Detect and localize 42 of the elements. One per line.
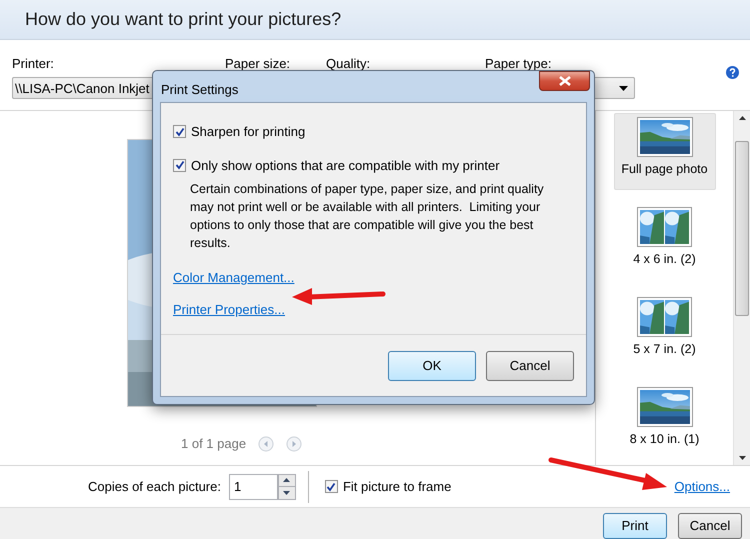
checkbox[interactable] [324,480,338,494]
option-description: Certain combinations of paper type, paper size, and print quality may not print well or be available with all printers. Limiting your options to only those that are compatible will give you the best results. [190,181,545,252]
layout-label: 8 x 10 in. (1) [630,431,700,448]
checkbox[interactable] [173,125,186,138]
paper-size-label: Paper size: [225,54,292,73]
help-icon[interactable] [726,66,739,79]
copies-spinner[interactable] [278,474,296,500]
close-button[interactable] [539,71,590,91]
paper-type-label: Paper type: [485,54,552,73]
layout-label: 4 x 6 in. (2) [633,251,696,268]
layout-label: 5 x 7 in. (2) [633,341,696,358]
layout-thumbnail-icon [637,297,692,338]
quality-label: Quality: [326,54,372,73]
printer-label: Printer: [12,54,55,73]
fit-picture-label: Fit picture to frame [342,478,452,496]
button[interactable]: Cancel [678,513,742,539]
window-title: How do you want to print your pictures? [25,8,342,31]
layout-option[interactable]: 8 x 10 in. (1) [614,383,716,460]
layout-option[interactable]: 5 x 7 in. (2) [614,293,716,370]
copies-label: Copies of each picture: [88,478,221,496]
layout-thumbnail-icon [637,207,692,248]
layout-thumbnail-icon [636,387,692,428]
layout-option[interactable]: Full page photo [614,113,716,190]
option-label: Sharpen for printing [191,123,306,141]
dropdown-arrow-icon [619,86,628,91]
settings-link[interactable]: Printer Properties... [173,300,285,319]
layout-label: Full page photo [621,161,708,178]
default-button[interactable]: Print [603,513,667,539]
scroll-down-icon[interactable] [738,456,746,460]
layout-option[interactable]: 4 x 6 in. (2) [614,203,716,280]
default-button[interactable]: OK [388,350,476,380]
page-counter: 1 of 1 page [181,435,246,454]
copies-field[interactable]: 1 [228,474,278,500]
button[interactable]: Cancel [486,350,574,380]
settings-link[interactable]: Color Management... [173,268,294,288]
checkbox[interactable] [173,158,186,172]
layout-thumbnail-icon [636,117,692,158]
scrollbar[interactable] [733,111,750,466]
options-link[interactable]: Options... [674,476,730,496]
option-label: Only show options that are compatible with my printer [191,156,500,175]
close-icon [558,76,570,86]
scroll-up-icon[interactable] [738,116,746,120]
